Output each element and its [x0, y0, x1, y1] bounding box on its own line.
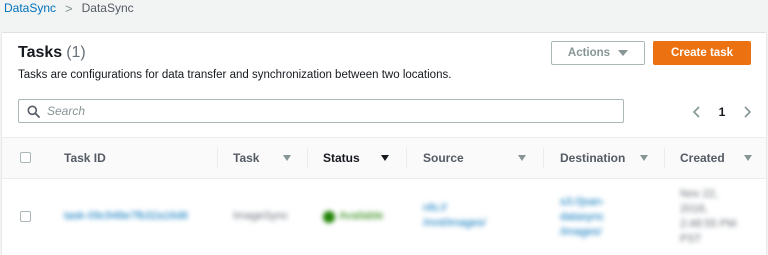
table-header: Task ID Task Status Source Destination C… — [2, 137, 766, 179]
panel-description: Tasks are configurations for data transf… — [18, 69, 452, 81]
task-count: (1) — [66, 44, 86, 61]
panel-title-text: Tasks — [18, 44, 63, 61]
column-header-label: Created — [680, 151, 725, 165]
column-header-label: Task — [233, 151, 260, 165]
column-header-label: Task ID — [64, 151, 106, 165]
search-input[interactable] — [47, 104, 607, 118]
column-header-source[interactable]: Source — [423, 138, 529, 178]
panel-title: Tasks (1) — [18, 44, 86, 62]
destination-line[interactable]: s3://jsan- — [560, 195, 605, 210]
column-header-status[interactable]: Status — [323, 138, 393, 178]
tasks-table: Task ID Task Status Source Destination C… — [2, 137, 766, 255]
column-header-task[interactable]: Task — [233, 138, 293, 178]
current-page-number[interactable]: 1 — [719, 105, 726, 119]
breadcrumb-root-link[interactable]: DataSync — [4, 1, 56, 15]
column-header-label: Source — [423, 151, 464, 165]
sort-caret-icon — [381, 155, 389, 161]
destination-line[interactable]: datasync — [560, 210, 604, 225]
source-location: nfs:// /mnt/images/ — [418, 201, 518, 235]
actions-label: Actions — [567, 47, 611, 59]
search-field[interactable] — [18, 99, 624, 123]
previous-page-icon[interactable] — [690, 105, 704, 119]
created-date: 2:48:55 PM — [680, 218, 737, 230]
created-date: 2018, — [680, 203, 708, 215]
sort-caret-icon — [640, 155, 648, 161]
create-task-button[interactable]: Create task — [653, 41, 751, 65]
status-text: Available — [339, 210, 384, 222]
column-header-destination[interactable]: Destination — [560, 138, 650, 178]
column-header-label: Destination — [560, 151, 626, 165]
created-date: Nov 22, — [680, 188, 718, 200]
column-divider — [307, 148, 308, 168]
table-row[interactable]: task-09c948e7fb32a16d6 ImageSync Availab… — [2, 179, 766, 255]
task-name: ImageSync — [233, 210, 289, 222]
breadcrumb: DataSync > DataSync — [4, 0, 134, 16]
status-badge: Available — [323, 209, 383, 224]
column-divider — [543, 148, 544, 168]
breadcrumb-current: DataSync — [81, 1, 134, 15]
actions-dropdown-button[interactable]: Actions — [551, 41, 645, 65]
column-divider — [664, 148, 665, 168]
sort-caret-icon — [744, 155, 752, 161]
search-icon — [19, 100, 47, 122]
row-checkbox[interactable] — [20, 211, 31, 222]
source-line[interactable]: nfs:// — [423, 201, 447, 216]
destination-line[interactable]: /images/ — [560, 225, 602, 240]
caret-down-icon — [618, 50, 629, 56]
task-id-link[interactable]: task-09c948e7fb32a16d6 — [64, 209, 188, 224]
tasks-panel: Tasks (1) Tasks are configurations for da… — [2, 32, 766, 255]
column-header-task-id[interactable]: Task ID — [64, 138, 106, 178]
next-page-icon[interactable] — [740, 105, 754, 119]
check-circle-icon — [323, 210, 335, 223]
sort-caret-icon — [518, 155, 526, 161]
created-date: PST — [680, 233, 702, 245]
column-divider — [406, 148, 407, 168]
sort-caret-icon — [283, 155, 291, 161]
column-header-label: Status — [323, 151, 360, 165]
pagination: 1 — [690, 103, 754, 121]
column-divider — [217, 148, 218, 168]
breadcrumb-separator-icon: > — [65, 0, 73, 16]
column-header-created[interactable]: Created — [680, 138, 758, 178]
source-line[interactable]: /mnt/images/ — [423, 216, 486, 231]
select-all-checkbox[interactable] — [20, 152, 31, 163]
